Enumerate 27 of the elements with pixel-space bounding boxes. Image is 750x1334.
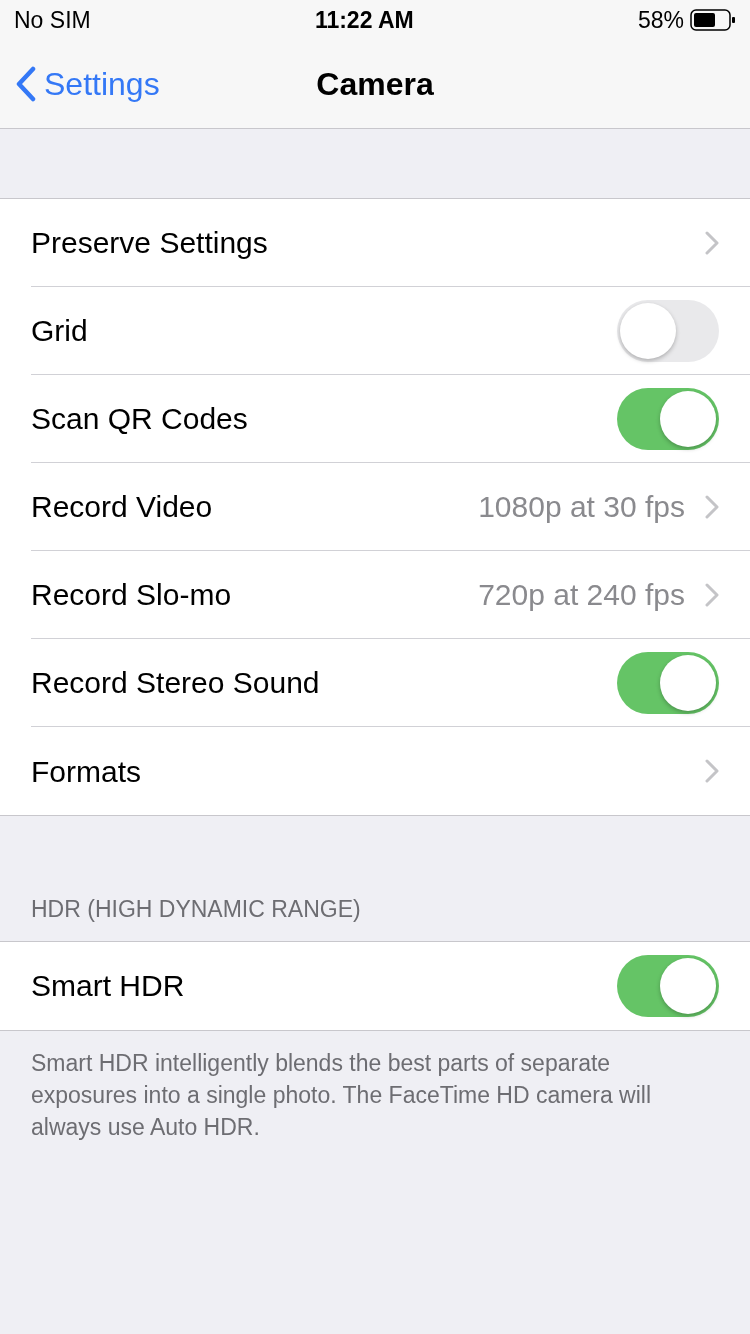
chevron-icon bbox=[705, 230, 719, 255]
row-value: 1080p at 30 fps bbox=[478, 489, 685, 525]
battery-percent: 58% bbox=[637, 5, 684, 35]
back-chevron-icon bbox=[16, 66, 36, 102]
row-label[interactable]: Formats bbox=[31, 748, 141, 794]
nav-title: Camera bbox=[316, 65, 434, 104]
chevron-icon bbox=[705, 759, 719, 783]
row-label[interactable]: Record Slo-mo bbox=[31, 572, 232, 617]
row-label[interactable]: Smart HDR bbox=[31, 963, 185, 1008]
chevron-icon bbox=[705, 582, 719, 607]
row-label[interactable]: Record Video bbox=[31, 484, 213, 529]
toggle-switch[interactable] bbox=[617, 387, 719, 450]
carrier-label: No SIM bbox=[14, 5, 91, 35]
row-label[interactable]: Preserve Settings bbox=[31, 220, 268, 265]
toggle-switch[interactable] bbox=[617, 651, 719, 714]
section-header: HDR (HIGH DYNAMIC RANGE) bbox=[30, 895, 362, 924]
battery-icon bbox=[690, 9, 736, 31]
back-button[interactable]: Settings bbox=[16, 60, 160, 108]
row-label[interactable]: Grid bbox=[31, 308, 88, 353]
toggle-switch[interactable] bbox=[617, 954, 719, 1017]
toggle-switch[interactable] bbox=[617, 299, 719, 362]
row-label[interactable]: Scan QR Codes bbox=[31, 396, 248, 441]
row-label[interactable]: Record Stereo Sound bbox=[31, 660, 320, 705]
section-footer: Smart HDR intelligently blends the best parts of separate exposures into a single photo. The FaceTime HD camera will always use Auto HDR. bbox=[0, 1030, 750, 1143]
row-value: 720p at 240 fps bbox=[478, 577, 685, 613]
status-time: 11:22 AM bbox=[314, 5, 414, 35]
chevron-icon bbox=[705, 494, 719, 519]
